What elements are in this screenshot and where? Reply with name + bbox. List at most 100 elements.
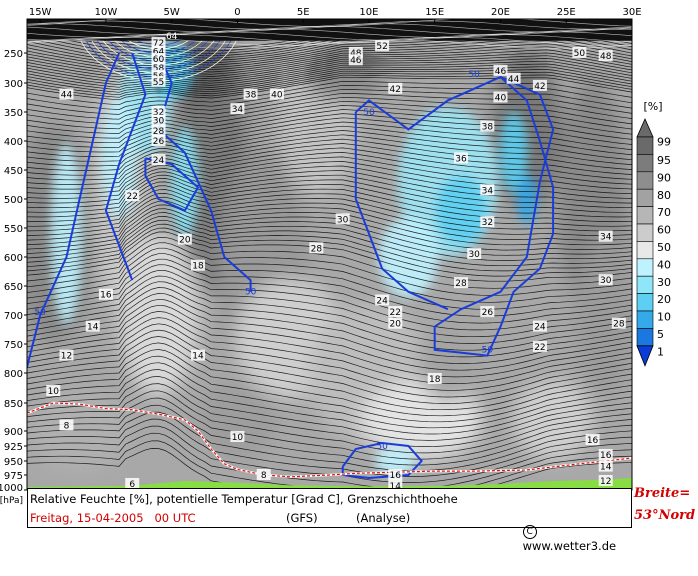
contour-label: 36 [455, 154, 467, 164]
contour-label: 12 [61, 352, 72, 362]
contour-label: 34 [482, 186, 494, 196]
rh50-label: 50 [363, 108, 375, 118]
legend-cell [636, 310, 654, 329]
legend-label: 1 [657, 345, 664, 358]
rh50-label: 50 [245, 288, 257, 298]
legend-label: 90 [657, 171, 671, 184]
y-tick-label: 300 [4, 79, 23, 90]
contour-label: 52 [376, 42, 387, 52]
contour-label: 20 [390, 320, 402, 330]
legend-cell [636, 154, 654, 173]
legend-label: 99 [657, 136, 671, 149]
contour-label: 28 [613, 320, 625, 330]
copyright-icon: C [522, 524, 537, 539]
contour-label: 18 [192, 262, 204, 272]
contour-label: 24 [376, 297, 388, 307]
copyright-url[interactable]: www.wetter3.de [523, 539, 616, 553]
y-tick-label: 700 [4, 311, 23, 322]
contour-label: 30 [600, 276, 612, 286]
legend-arrow-top [636, 118, 654, 138]
latitude-label: Breite= [634, 486, 691, 501]
caption-date: Freitag, 15-04-2005 00 UTC [30, 511, 196, 525]
legend-label: 5 [657, 328, 664, 341]
y-tick-label: 850 [4, 399, 23, 410]
contour-label: 34 [232, 105, 244, 115]
y-tick-label: 950 [4, 457, 23, 468]
x-tick-label: 5E [297, 7, 310, 18]
contour-label: 16 [600, 451, 612, 461]
contour-label: 30 [337, 215, 349, 225]
x-tick-label: 30E [622, 7, 641, 18]
legend-label: 40 [657, 258, 671, 271]
contour-label: 10 [48, 387, 60, 397]
contour-label: 28 [311, 244, 323, 254]
contour-label: 44 [61, 91, 73, 101]
contour-label: 14 [192, 352, 204, 362]
contour-label: 34 [600, 233, 612, 243]
caption-model: (GFS) [286, 511, 318, 525]
contour-label: 8 [64, 421, 70, 431]
y-axis: 250 300 350 400 450 500 550 600 650 700 750 800 850 9… [0, 49, 27, 506]
contour-label: 8 [261, 471, 267, 481]
contour-label: 16 [390, 471, 402, 481]
contour-label: 20 [179, 236, 191, 246]
legend-label: 30 [657, 276, 671, 289]
y-tick-label: 925 [4, 442, 23, 453]
contour-label: 38 [245, 91, 257, 101]
contour-label: 46 [495, 67, 507, 77]
legend-cell [636, 136, 654, 155]
legend-cell [636, 293, 654, 312]
x-tick-label: 10W [95, 7, 118, 18]
legend-cell [636, 241, 654, 260]
rh50-label: 50 [482, 346, 494, 356]
contour-label: 26 [153, 137, 165, 147]
contour-label: 14 [600, 463, 612, 473]
x-tick-label: 10E [359, 7, 378, 18]
contour-label: 24 [534, 323, 546, 333]
contour-label: 10 [232, 433, 244, 443]
contour-label: 42 [390, 85, 401, 95]
contour-label: 40 [271, 91, 283, 101]
y-tick-label: 650 [4, 282, 23, 293]
x-tick-label: 5W [164, 7, 180, 18]
contour-label: 46 [350, 56, 362, 66]
y-tick-label: 250 [4, 49, 23, 60]
contour-label: 16 [100, 291, 112, 301]
legend-label: 70 [657, 206, 671, 219]
contour-label: 22 [534, 343, 545, 353]
contour-label: 24 [153, 156, 165, 166]
y-tick-label: 900 [4, 427, 23, 438]
x-tick-label: 15E [425, 7, 444, 18]
caption-analysis: (Analyse) [356, 511, 411, 525]
y-tick-label: 750 [4, 340, 23, 351]
contour-label: 50 [574, 49, 586, 59]
moist-blob [378, 217, 439, 297]
contour-label: 22 [126, 192, 137, 202]
contour-label: 28 [455, 279, 467, 289]
contour-label: 26 [482, 308, 494, 318]
y-unit-label: [hPa] [0, 496, 23, 506]
legend-arrow-bottom [636, 345, 654, 367]
caption-title: Relative Feuchte [%], potentielle Temper… [30, 492, 458, 506]
contour-label: 18 [429, 375, 441, 385]
rh50-label: 50 [376, 442, 388, 452]
contour-label: 38 [482, 123, 494, 133]
legend: [%] 99 95 90 80 70 60 50 40 30 20 10 5 1 [636, 100, 671, 367]
contour-label: 55 [153, 78, 164, 88]
x-tick-label: 15W [29, 7, 52, 18]
rh50-label: 50 [34, 308, 46, 318]
contour-label: 30 [468, 250, 480, 260]
y-tick-label: 500 [4, 195, 23, 206]
contour-label: 32 [482, 218, 493, 228]
legend-label: 95 [657, 154, 671, 167]
contour-label: 48 [600, 52, 612, 62]
contour-label: 42 [534, 82, 545, 92]
legend-cell [636, 328, 654, 347]
y-tick-label: 800 [4, 369, 23, 380]
legend-unit: [%] [643, 100, 662, 113]
x-tick-label: 0 [234, 7, 240, 18]
legend-cell [636, 223, 654, 242]
y-tick-label: 350 [4, 108, 23, 119]
y-tick-label: 450 [4, 166, 23, 177]
legend-cell [636, 171, 654, 190]
